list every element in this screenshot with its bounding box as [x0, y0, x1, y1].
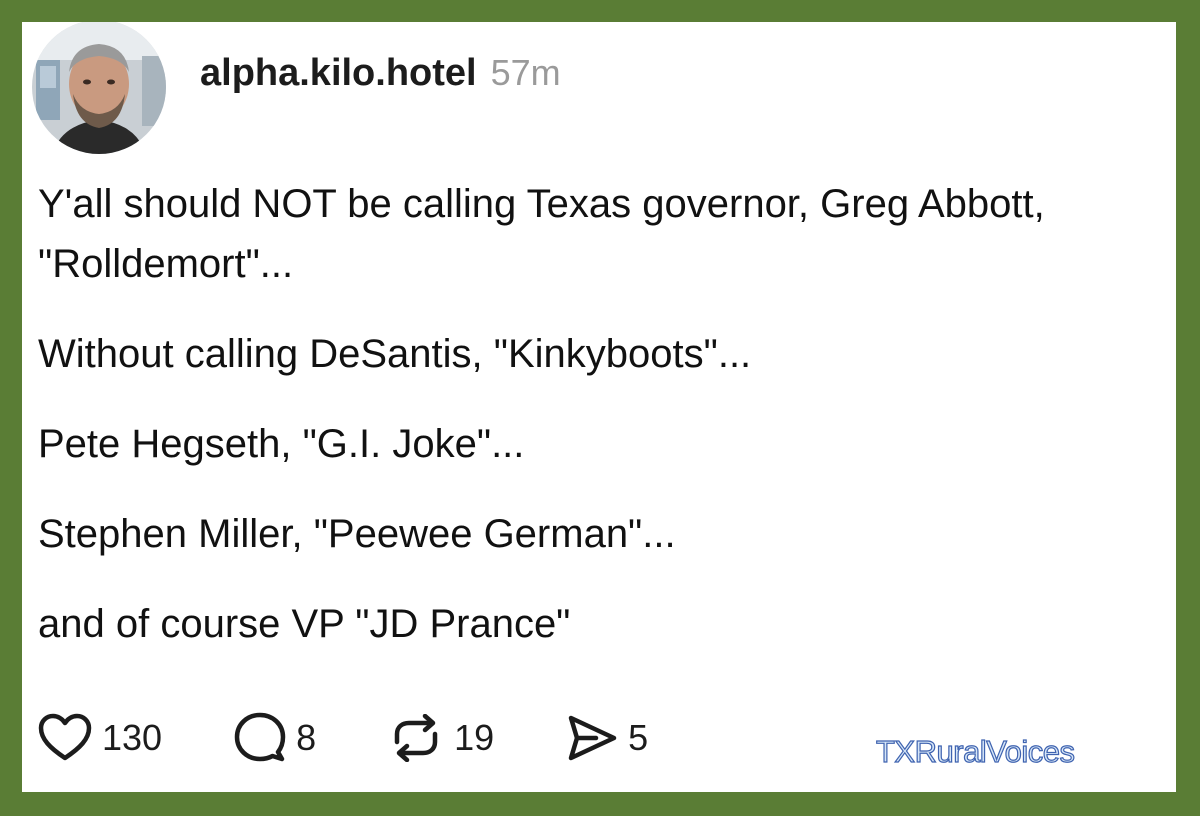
comment-icon — [234, 712, 286, 762]
repost-count: 19 — [454, 717, 495, 758]
like-count: 130 — [102, 717, 163, 758]
watermark: TXRuralVoices — [875, 733, 1075, 769]
repost-button[interactable]: 19 — [388, 714, 494, 762]
post-paragraph: and of course VP "JD Prance" — [38, 602, 571, 646]
heart-icon — [38, 713, 92, 761]
repost-icon — [394, 714, 438, 762]
avatar[interactable] — [32, 22, 166, 154]
reply-button[interactable]: 8 — [234, 712, 316, 764]
timestamp: 57m — [490, 52, 561, 93]
post-paragraph: Y'all should NOT be calling Texas govern… — [38, 182, 1045, 286]
post-paragraph: Pete Hegseth, "G.I. Joke"... — [38, 422, 525, 466]
action-bar: 130 8 19 5 — [38, 712, 648, 764]
avatar-image — [32, 22, 166, 154]
post-header: alpha.kilo.hotel 57m — [200, 52, 561, 95]
share-button[interactable]: 5 — [566, 714, 648, 762]
post-card: alpha.kilo.hotel 57m Y'all should NOT be… — [22, 22, 1176, 792]
post-paragraph: Without calling DeSantis, "Kinkyboots"..… — [38, 332, 752, 376]
post-paragraph: Stephen Miller, "Peewee German"... — [38, 512, 676, 556]
share-icon — [568, 715, 617, 761]
username[interactable]: alpha.kilo.hotel — [200, 52, 477, 95]
like-button[interactable]: 130 — [38, 713, 162, 763]
share-count: 5 — [628, 717, 649, 758]
reply-count: 8 — [296, 717, 317, 758]
post-body: Y'all should NOT be calling Texas govern… — [38, 174, 1158, 684]
